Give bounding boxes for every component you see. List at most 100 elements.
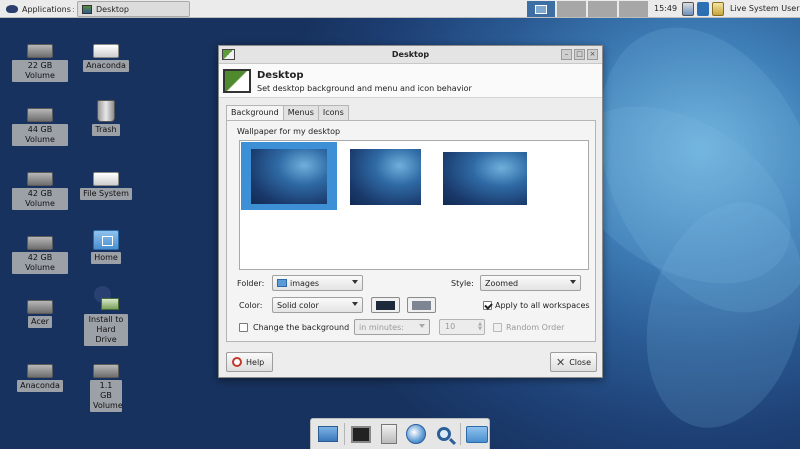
wallpaper-preview	[443, 152, 527, 205]
system-tray	[682, 2, 724, 16]
show-desktop-launcher[interactable]	[316, 423, 340, 445]
close-window-button[interactable]: ×	[587, 49, 598, 60]
web-browser-launcher[interactable]	[404, 423, 428, 445]
folder-combo[interactable]: images	[272, 275, 363, 291]
top-panel: Applications : Desktop 15:49 Live System…	[0, 0, 800, 18]
desktop-icon-file-system[interactable]: File System	[78, 162, 134, 200]
dialog-titlebar[interactable]: Desktop – □ ×	[219, 46, 602, 64]
file-manager-launcher[interactable]	[377, 423, 401, 445]
workspace-4[interactable]	[619, 1, 648, 17]
background-tab-page: Wallpaper for my desktop Folder: images …	[226, 120, 596, 342]
drive-icon	[27, 300, 53, 314]
desktop-settings-icon	[82, 4, 92, 14]
color-mode-value: Solid color	[277, 300, 319, 310]
workspace-3[interactable]	[588, 1, 617, 17]
taskbar-button-desktop[interactable]: Desktop	[77, 1, 190, 17]
desktop-icon-42gb-volume-2[interactable]: 42 GB Volume	[12, 226, 68, 274]
secondary-color-button[interactable]	[407, 297, 436, 313]
dropdown-arrow-icon	[352, 280, 358, 284]
random-order-checkbox[interactable]	[493, 323, 502, 332]
desktop-icon-42gb-volume[interactable]: 42 GB Volume	[12, 162, 68, 210]
tab-bar: Background Menus Icons	[226, 105, 349, 121]
random-order-label: Random Order	[506, 323, 565, 332]
network-icon[interactable]	[682, 2, 694, 16]
window-thumbnail-icon	[535, 4, 547, 14]
applications-menu-button[interactable]: Applications	[2, 1, 74, 17]
wallpaper-thumbnail-2[interactable]	[340, 142, 432, 210]
dropdown-arrow-icon	[352, 302, 358, 306]
primary-color-button[interactable]	[371, 297, 400, 313]
wallpaper-thumbnail-1[interactable]	[241, 142, 337, 210]
dropdown-arrow-icon	[419, 324, 425, 328]
interval-spinbox[interactable]: 10 ▲ ▼	[439, 319, 485, 335]
primary-color-swatch	[376, 300, 395, 310]
home-folder-launcher[interactable]	[465, 423, 489, 445]
desktop-icon-label: Acer	[28, 316, 52, 328]
wallpaper-preview	[251, 149, 327, 204]
desktop-icon-install-to-hard-drive[interactable]: Install to Hard Drive	[78, 286, 134, 346]
close-button[interactable]: ✕ Close	[550, 352, 597, 372]
desktop-icon-trash[interactable]: Trash	[78, 98, 134, 136]
desktop-icon-anaconda-2[interactable]: Anaconda	[12, 354, 68, 392]
desktop-icon-22gb-volume[interactable]: 22 GB Volume	[12, 34, 68, 82]
trash-icon	[97, 100, 115, 122]
secondary-color-swatch	[412, 300, 431, 310]
folder-icon	[466, 425, 489, 443]
header-subtitle: Set desktop background and menu and icon…	[257, 84, 472, 93]
style-combo[interactable]: Zoomed	[480, 275, 581, 291]
apply-all-workspaces-checkbox[interactable]	[483, 301, 492, 310]
update-notifier-icon[interactable]	[697, 2, 709, 16]
applications-label: Applications	[22, 4, 71, 14]
tab-menus[interactable]: Menus	[282, 105, 319, 120]
dock-separator	[460, 423, 462, 445]
panel-separator: :	[72, 5, 75, 14]
folder-icon	[277, 279, 287, 287]
drive-icon	[93, 172, 119, 186]
tab-icons[interactable]: Icons	[317, 105, 349, 120]
style-value: Zoomed	[485, 278, 519, 288]
desktop-icon-label: File System	[80, 188, 132, 200]
desktop-preferences-icon	[223, 69, 251, 93]
header-title: Desktop	[257, 70, 304, 81]
app-finder-launcher[interactable]	[432, 423, 456, 445]
help-button[interactable]: Help	[226, 352, 273, 372]
wallpaper-preview	[350, 149, 421, 205]
dialog-header: Desktop Set desktop background and menu …	[219, 64, 602, 98]
clipboard-icon[interactable]	[712, 2, 724, 16]
change-background-label: Change the background	[253, 323, 350, 332]
desktop-icon-anaconda[interactable]: Anaconda	[78, 34, 134, 72]
install-icon	[92, 286, 120, 312]
drive-icon	[27, 236, 53, 250]
maximize-button[interactable]: □	[574, 49, 585, 60]
workspace-2[interactable]	[557, 1, 586, 17]
clock[interactable]: 15:49	[654, 4, 677, 13]
wallpaper-list[interactable]	[239, 140, 589, 270]
home-folder-icon	[93, 230, 119, 250]
desktop-icon-44gb-volume[interactable]: 44 GB Volume	[12, 98, 68, 146]
desktop-icon-home[interactable]: Home	[78, 226, 134, 264]
desktop-icon-label: Install to Hard Drive	[84, 314, 128, 346]
wallpaper-thumbnail-3[interactable]	[435, 142, 535, 210]
help-icon	[232, 357, 242, 367]
folder-value: images	[290, 278, 320, 288]
user-menu[interactable]: Live System User	[730, 4, 800, 13]
desktop-icon-1-1gb-volume[interactable]: 1.1 GB Volume	[78, 354, 134, 412]
web-browser-icon	[406, 424, 427, 444]
workspace-1[interactable]	[527, 1, 555, 17]
interval-unit-combo[interactable]: in minutes:	[354, 319, 430, 335]
spin-arrows-icon[interactable]: ▲ ▼	[478, 322, 482, 332]
desktop-icon-label: Anaconda	[83, 60, 129, 72]
color-mode-combo[interactable]: Solid color	[272, 297, 363, 313]
dock-separator	[343, 423, 345, 445]
search-icon	[437, 427, 452, 441]
minimize-button[interactable]: –	[561, 49, 572, 60]
terminal-launcher[interactable]	[349, 423, 373, 445]
drive-icon	[27, 364, 53, 378]
tab-background[interactable]: Background	[226, 105, 284, 121]
desktop-icon-label: 42 GB Volume	[12, 188, 68, 210]
change-background-checkbox[interactable]	[239, 323, 248, 332]
style-label: Style:	[451, 279, 474, 288]
desktop-icon-label: 1.1 GB Volume	[90, 380, 123, 412]
desktop-icon-acer[interactable]: Acer	[12, 290, 68, 328]
interval-value: 10	[445, 322, 456, 331]
